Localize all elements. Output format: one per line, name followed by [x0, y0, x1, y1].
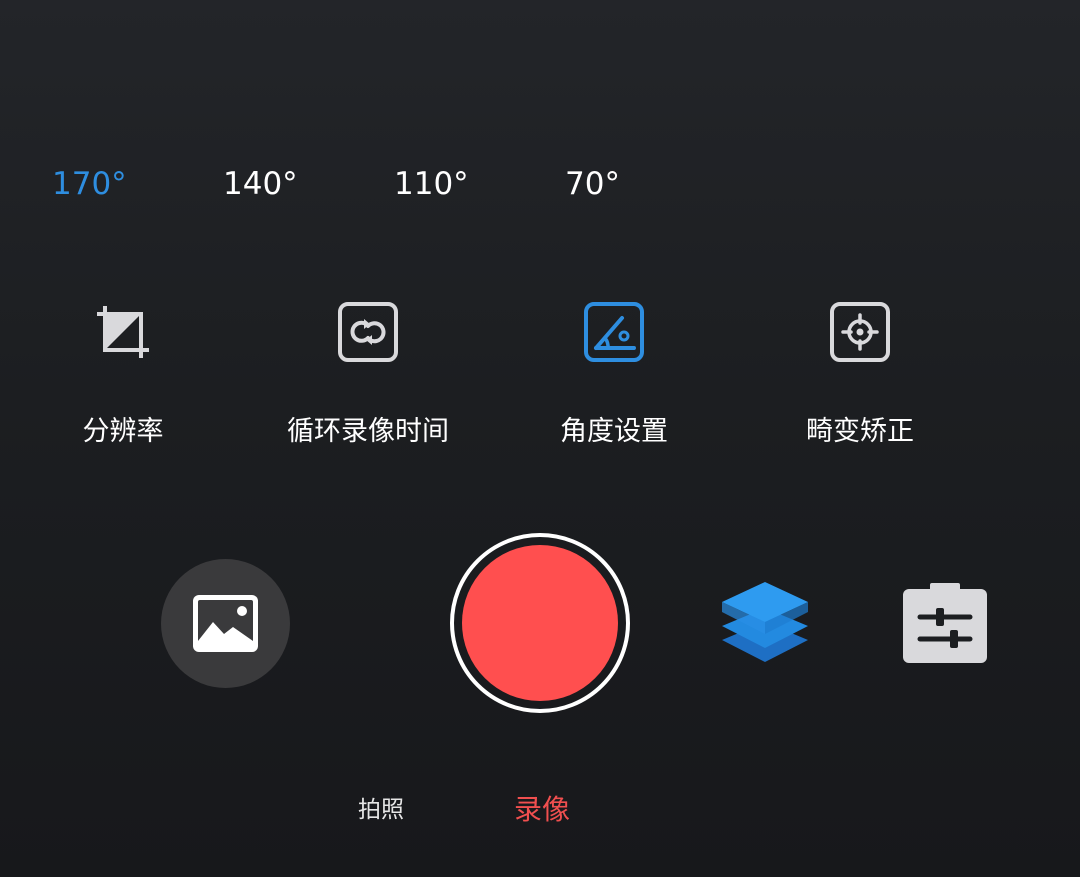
setting-angle[interactable]: 角度设置: [494, 298, 734, 458]
layers-button[interactable]: [718, 578, 812, 668]
angle-option-170[interactable]: 170°: [52, 160, 127, 208]
setting-label-distortion-correction: 畸变矫正: [806, 416, 914, 447]
target-icon: [826, 298, 894, 366]
setting-label-angle: 角度设置: [560, 416, 668, 447]
setting-label-loop-duration: 循环录像时间: [287, 416, 449, 447]
mode-tab-video[interactable]: 录像: [514, 790, 570, 830]
image-icon: [193, 595, 258, 652]
setting-loop-duration[interactable]: 循环录像时间: [248, 298, 488, 458]
mode-tab-photo[interactable]: 拍照: [358, 790, 404, 830]
setting-distortion-correction[interactable]: 畸变矫正: [740, 298, 980, 458]
crop-icon: [89, 298, 157, 366]
record-icon: [462, 545, 618, 701]
angle-option-70[interactable]: 70°: [565, 160, 620, 208]
angle-icon: [580, 298, 648, 366]
loop-icon: [334, 298, 402, 366]
angle-option-140[interactable]: 140°: [223, 160, 298, 208]
sliders-icon: [903, 583, 987, 663]
settings-row: 分辨率 循环录像时间 角度设置 畸变矫正: [0, 298, 1080, 458]
setting-resolution[interactable]: 分辨率: [3, 298, 243, 458]
angle-selector: 170° 140° 110° 70°: [0, 160, 1080, 210]
setting-label-resolution: 分辨率: [82, 416, 164, 447]
angle-option-110[interactable]: 110°: [394, 160, 469, 208]
record-button[interactable]: [450, 533, 630, 713]
gallery-button[interactable]: [161, 559, 290, 688]
adjust-settings-button[interactable]: [900, 583, 990, 665]
layers-icon: [722, 582, 808, 662]
